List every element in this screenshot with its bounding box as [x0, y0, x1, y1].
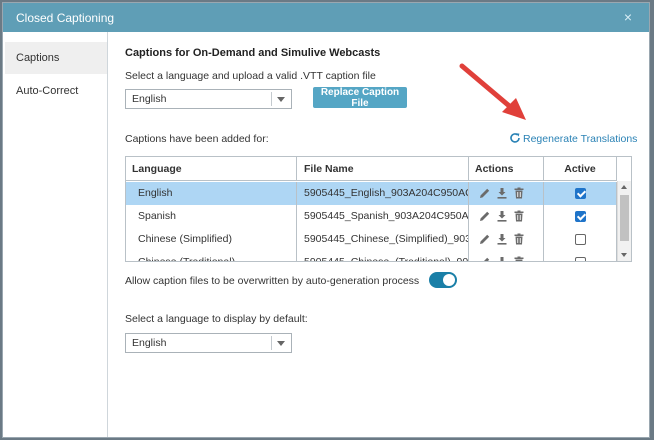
header-language[interactable]: Language	[126, 157, 297, 181]
sidebar: Captions Auto-Correct	[3, 32, 108, 437]
table-header: Language File Name Actions Active	[126, 157, 617, 181]
cell-active	[544, 205, 617, 228]
table-scrollbar[interactable]	[617, 181, 631, 261]
upload-language-select[interactable]: English	[125, 89, 292, 109]
scroll-down-icon[interactable]	[621, 253, 627, 257]
trash-icon[interactable]	[513, 210, 525, 222]
dialog-title: Closed Captioning	[16, 11, 115, 25]
pencil-icon[interactable]	[479, 210, 491, 222]
active-checkbox[interactable]	[575, 257, 586, 261]
overwrite-label: Allow caption files to be overwritten by…	[125, 275, 420, 287]
pencil-icon[interactable]	[479, 233, 491, 245]
cell-language: Chinese (Simplified)	[126, 228, 297, 251]
cell-language: Spanish	[126, 205, 297, 228]
trash-icon[interactable]	[513, 233, 525, 245]
table-row[interactable]: Chinese (Traditional) 5905445_Chinese_(T…	[126, 251, 617, 262]
default-language-select[interactable]: English	[125, 333, 292, 353]
header-active[interactable]: Active	[544, 157, 617, 181]
trash-icon[interactable]	[513, 187, 525, 199]
captions-table: Language File Name Actions Active Englis…	[125, 156, 632, 262]
upload-label: Select a language and upload a valid .VT…	[125, 70, 376, 82]
scroll-thumb[interactable]	[620, 195, 629, 241]
table-row[interactable]: English 5905445_English_903A204C950ACE	[126, 182, 617, 205]
header-actions: Actions	[469, 157, 544, 181]
captions-heading: Captions for On-Demand and Simulive Webc…	[125, 47, 381, 59]
header-file-name[interactable]: File Name	[297, 157, 469, 181]
download-icon[interactable]	[496, 233, 508, 245]
captions-panel: Captions for On-Demand and Simulive Webc…	[109, 32, 649, 437]
cell-actions	[469, 182, 544, 205]
refresh-icon	[510, 133, 520, 143]
close-icon[interactable]: ×	[624, 9, 632, 25]
cell-actions	[469, 228, 544, 251]
regenerate-translations-label: Regenerate Translations	[523, 133, 638, 145]
cell-language: English	[126, 182, 297, 205]
sidebar-item-auto-correct[interactable]: Auto-Correct	[5, 75, 107, 107]
cell-actions	[469, 251, 544, 262]
download-icon[interactable]	[496, 256, 508, 262]
default-language-label: Select a language to display by default:	[125, 313, 308, 325]
chevron-down-icon	[277, 97, 285, 102]
cell-active	[544, 182, 617, 205]
table-row[interactable]: Chinese (Simplified) 5905445_Chinese_(Si…	[126, 228, 617, 251]
table-row[interactable]: Spanish 5905445_Spanish_903A204C950ACI	[126, 205, 617, 228]
scroll-up-icon[interactable]	[621, 185, 627, 189]
cell-language: Chinese (Traditional)	[126, 251, 297, 261]
upload-language-value: English	[132, 93, 167, 105]
sidebar-item-captions[interactable]: Captions	[5, 42, 107, 74]
cell-file-name: 5905445_Chinese_(Simplified)_903A	[297, 228, 469, 251]
regenerate-translations-link[interactable]: Regenerate Translations	[509, 132, 637, 145]
active-checkbox[interactable]	[575, 211, 586, 222]
cell-file-name: 5905445_Chinese_(Traditional)_903A	[297, 251, 469, 261]
pencil-icon[interactable]	[479, 256, 491, 262]
default-language-value: English	[132, 337, 167, 349]
replace-caption-file-button[interactable]: Replace Caption File	[313, 87, 407, 109]
closed-captioning-dialog: Closed Captioning × Captions Auto-Correc…	[2, 2, 650, 438]
active-checkbox[interactable]	[575, 188, 586, 199]
trash-icon[interactable]	[513, 256, 525, 262]
download-icon[interactable]	[496, 187, 508, 199]
chevron-down-icon	[277, 341, 285, 346]
cell-actions	[469, 205, 544, 228]
added-for-label: Captions have been added for:	[125, 133, 269, 145]
cell-file-name: 5905445_English_903A204C950ACE	[297, 182, 469, 205]
pencil-icon[interactable]	[479, 187, 491, 199]
download-icon[interactable]	[496, 210, 508, 222]
cell-active	[544, 228, 617, 251]
select-divider	[271, 336, 272, 350]
cell-file-name: 5905445_Spanish_903A204C950ACI	[297, 205, 469, 228]
active-checkbox[interactable]	[575, 234, 586, 245]
dialog-titlebar: Closed Captioning ×	[3, 3, 649, 32]
select-divider	[271, 92, 272, 106]
annotation-arrow-icon	[459, 63, 526, 120]
cell-active	[544, 251, 617, 261]
overwrite-toggle[interactable]	[429, 272, 457, 288]
